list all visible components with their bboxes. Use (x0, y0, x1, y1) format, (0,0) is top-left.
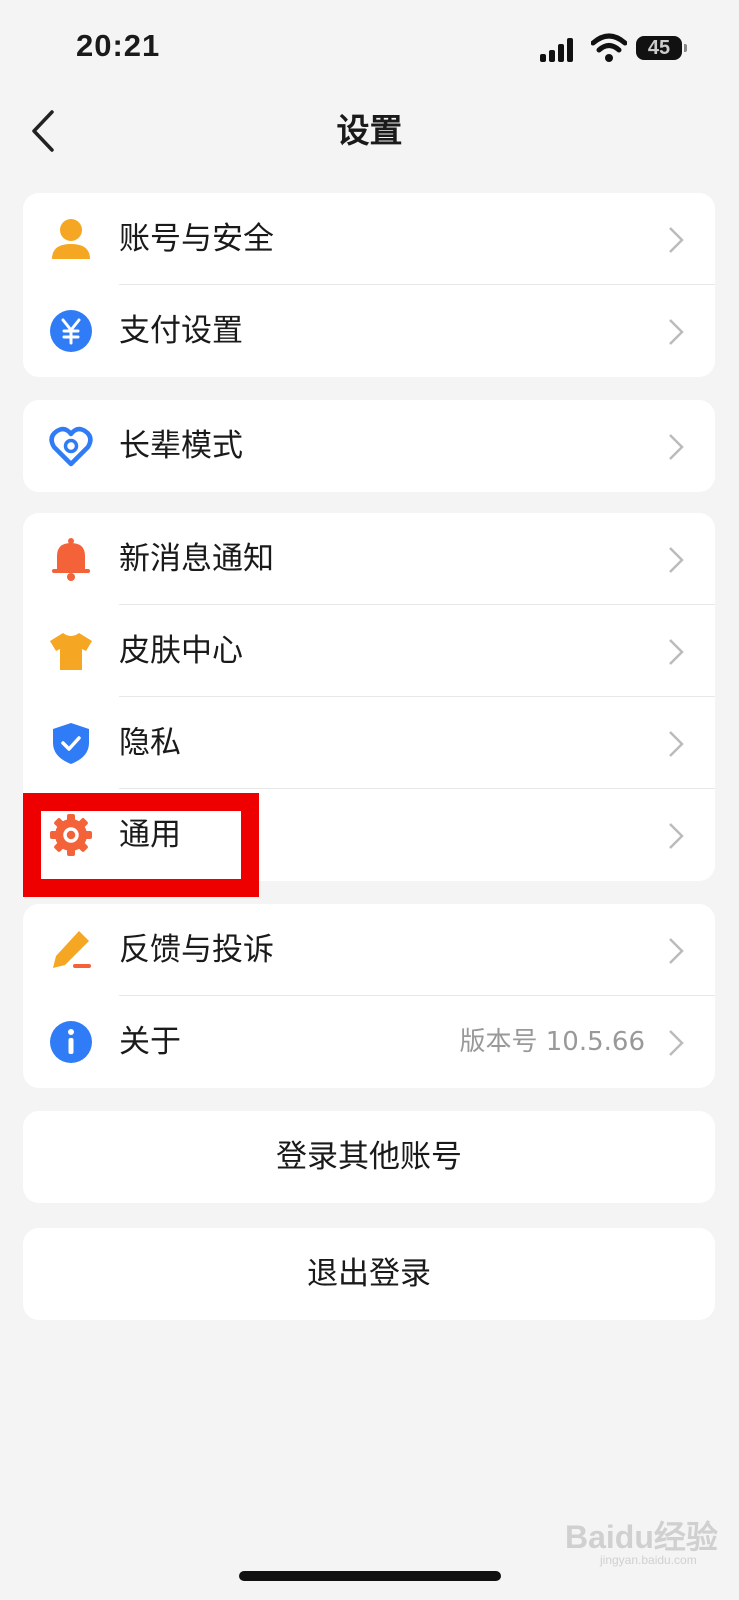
cellular-signal-icon (540, 36, 576, 62)
watermark-url: jingyan.baidu.com (600, 1553, 697, 1567)
info-icon (50, 1021, 92, 1063)
wifi-icon (591, 33, 627, 62)
settings-item-label: 长辈模式 (119, 428, 243, 464)
settings-group-about: 反馈与投诉 关于 版本号 10.5.66 (23, 904, 715, 1088)
status-bar: 20:21 45 (0, 0, 739, 90)
settings-group-account: 账号与安全 支付设置 (23, 193, 715, 377)
pen-icon (53, 931, 91, 968)
settings-group-general: 新消息通知 皮肤中心 隐私 通用 (23, 513, 715, 881)
chevron-right-icon (669, 1030, 684, 1056)
settings-item-label: 关于 (119, 1024, 181, 1060)
chevron-right-icon (669, 639, 684, 665)
settings-item-label: 反馈与投诉 (119, 932, 274, 968)
settings-item-notifications[interactable]: 新消息通知 (23, 513, 715, 605)
settings-item-label: 支付设置 (119, 313, 243, 349)
watermark-logo: Baidu经验 (565, 1519, 718, 1555)
yuan-icon (50, 310, 92, 352)
heart-icon (49, 426, 93, 467)
chevron-right-icon (669, 227, 684, 253)
chevron-right-icon (669, 434, 684, 460)
settings-item-label: 新消息通知 (119, 541, 274, 577)
settings-item-label: 账号与安全 (119, 221, 274, 257)
home-indicator[interactable] (239, 1571, 501, 1581)
chevron-right-icon (669, 547, 684, 573)
chevron-right-icon (669, 938, 684, 964)
settings-item-label: 皮肤中心 (119, 633, 243, 669)
shield-icon (53, 723, 89, 764)
user-icon (52, 219, 90, 259)
switch-account-button[interactable]: 登录其他账号 (23, 1111, 715, 1203)
settings-item-label: 通用 (119, 817, 181, 853)
gear-icon (50, 814, 92, 856)
settings-item-elder-mode[interactable]: 长辈模式 (23, 400, 715, 492)
settings-item-feedback[interactable]: 反馈与投诉 (23, 904, 715, 996)
bell-icon (52, 538, 90, 581)
chevron-right-icon (669, 731, 684, 757)
settings-item-label: 隐私 (119, 725, 181, 761)
settings-group-elder: 长辈模式 (23, 400, 715, 492)
logout-button[interactable]: 退出登录 (23, 1228, 715, 1320)
battery-icon: 45 (636, 36, 687, 60)
status-time: 20:21 (76, 28, 161, 63)
settings-item-privacy[interactable]: 隐私 (23, 697, 715, 789)
version-number: 版本号 10.5.66 (459, 1027, 645, 1057)
chevron-right-icon (669, 319, 684, 345)
tshirt-icon (50, 633, 92, 670)
settings-item-general[interactable]: 通用 (23, 789, 715, 881)
settings-item-skin-center[interactable]: 皮肤中心 (23, 605, 715, 697)
settings-item-account-security[interactable]: 账号与安全 (23, 193, 715, 285)
settings-item-payment[interactable]: 支付设置 (23, 285, 715, 377)
settings-item-about[interactable]: 关于 版本号 10.5.66 (23, 996, 715, 1088)
chevron-right-icon (669, 823, 684, 849)
page-title: 设置 (336, 111, 403, 150)
